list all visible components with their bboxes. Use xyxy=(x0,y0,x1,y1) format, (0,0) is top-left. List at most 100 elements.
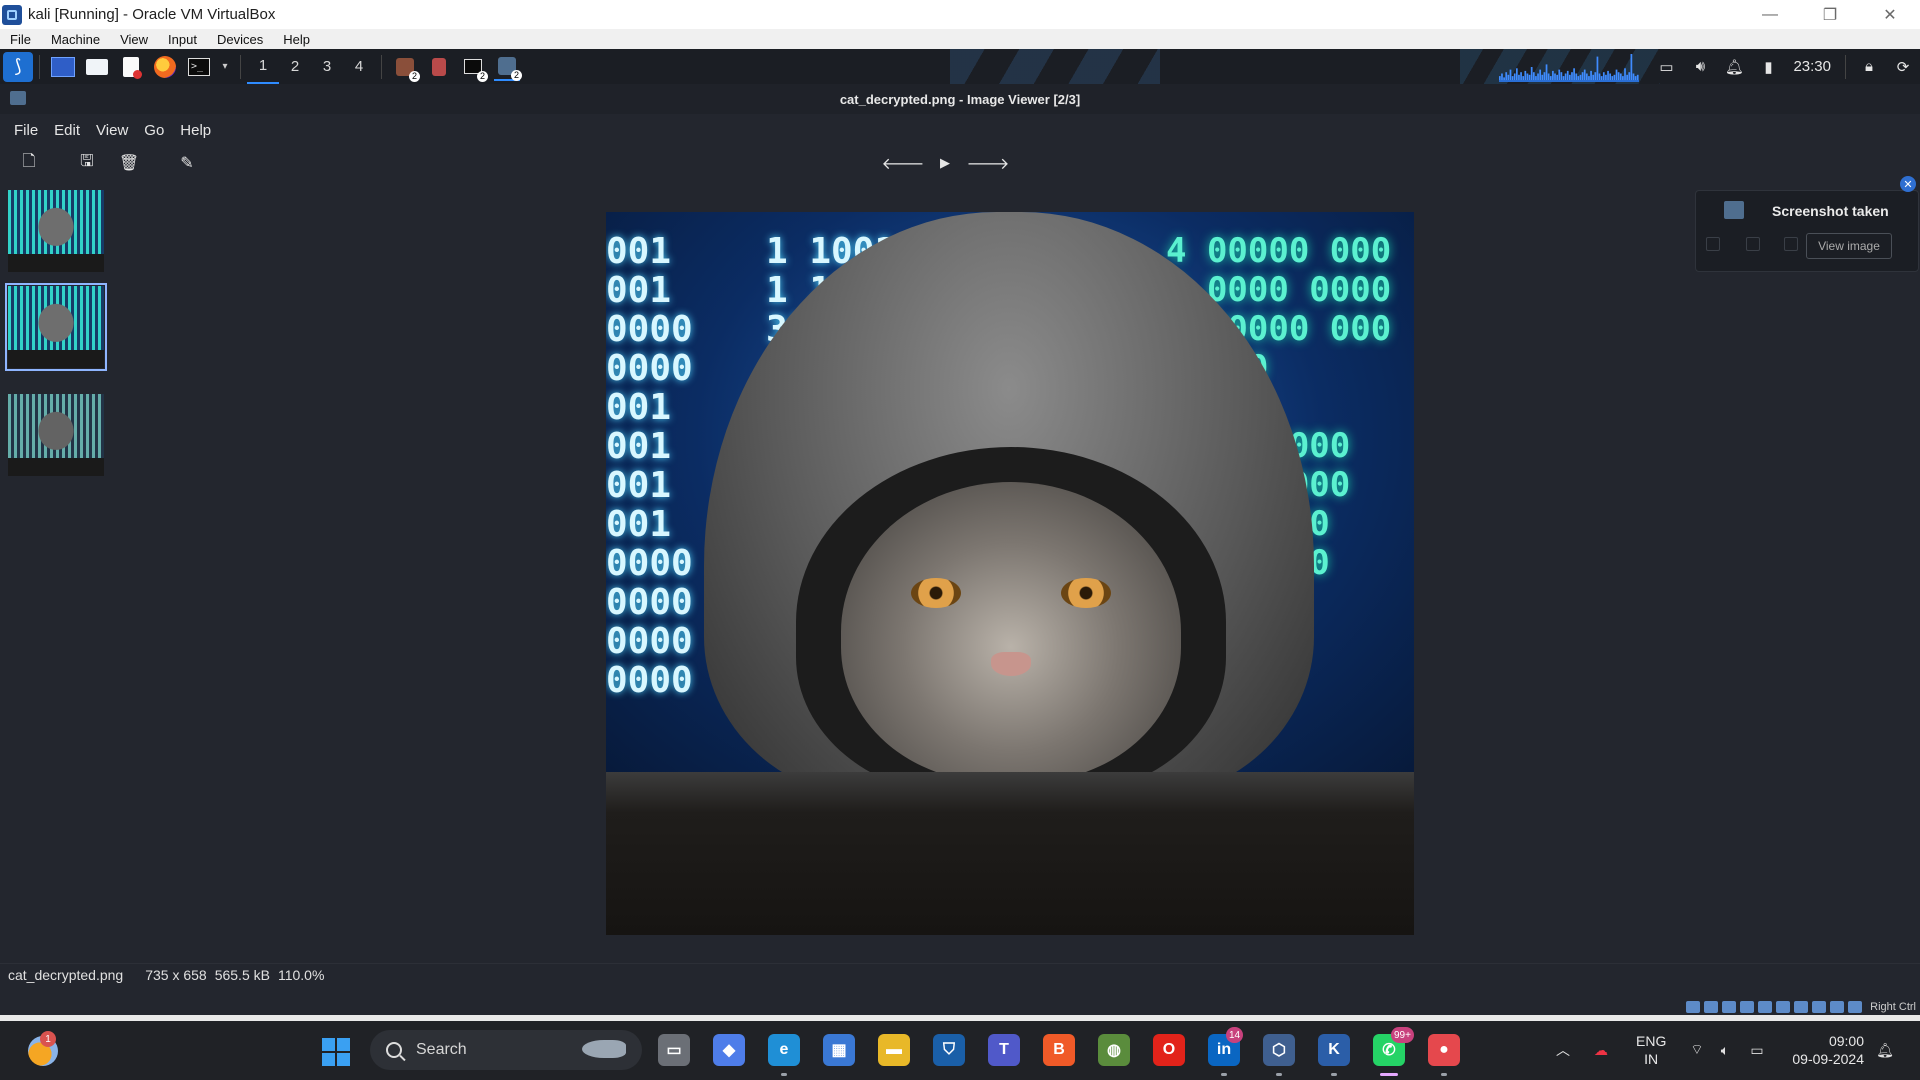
ghost-button-icon xyxy=(1706,237,1720,251)
status-dimensions: 735 x 658 xyxy=(145,967,207,983)
panel-separator xyxy=(381,54,382,79)
vbox-menu-machine[interactable]: Machine xyxy=(41,32,110,47)
hard-disk-icon[interactable] xyxy=(1686,1001,1701,1013)
panel-separator xyxy=(240,54,241,79)
screenshot-notification: Screenshot taken View image xyxy=(1695,190,1919,272)
usb-icon[interactable] xyxy=(1758,1001,1773,1013)
firefox-icon[interactable] xyxy=(152,54,178,80)
host-key-label: Right Ctrl xyxy=(1870,1001,1916,1013)
status-zoom: 110.0% xyxy=(277,967,325,983)
shared-folders-icon[interactable] xyxy=(1776,1001,1791,1013)
windows-taskbar: 1 Search ▭ ◆ e ▦ ▬ ⛉ T B ◍ Oin 14 ⬡ K ✆ 99+ ● ︿ ☁ ENG I… xyxy=(0,1021,1920,1080)
kali-menu-icon[interactable]: ⟆ xyxy=(3,51,33,82)
viewer-menu-help[interactable]: Help xyxy=(172,122,219,139)
thumbnail-image-1[interactable] xyxy=(8,190,104,272)
workspace-4[interactable]: 4 xyxy=(343,49,375,84)
file-manager-icon[interactable] xyxy=(84,54,110,80)
edit-icon[interactable]: ✎ xyxy=(176,152,198,174)
vbox-menu-devices[interactable]: Devices xyxy=(207,32,273,47)
notification-bell-icon[interactable]: 🔔︎ xyxy=(1876,1041,1894,1059)
cat-eye-right xyxy=(1061,578,1111,608)
taskbar-image-viewer-icon[interactable]: 2 xyxy=(494,53,522,81)
panel-clock[interactable]: 23:30 xyxy=(1793,58,1831,75)
system-tray: ︿ ☁ ENG IN ⌔ 🔈︎ ▭ 09:00 09-09-2024 🔔︎ xyxy=(0,1021,1920,1080)
virtualbox-app-icon xyxy=(2,4,22,25)
virtualbox-status-icons: Right Ctrl xyxy=(1686,999,1920,1015)
ghost-button-icon xyxy=(1784,237,1798,251)
display-icon[interactable]: ▭ xyxy=(1656,57,1676,77)
taskbar-clock[interactable]: 09:00 09-09-2024 xyxy=(1784,1032,1864,1068)
battery-icon[interactable]: ▮ xyxy=(1758,57,1778,77)
taskbar-window-group-icon[interactable]: 2 xyxy=(392,54,420,82)
chevron-down-icon[interactable]: ▾ xyxy=(220,54,230,80)
restore-button[interactable]: ❐ xyxy=(1800,0,1860,29)
viewer-menu-go[interactable]: Go xyxy=(136,122,172,139)
window-title: kali [Running] - Oracle VM VirtualBox xyxy=(28,6,276,23)
chevron-up-icon[interactable]: ︿ xyxy=(1554,1041,1572,1059)
text-editor-icon[interactable] xyxy=(118,54,144,80)
viewer-menu-view[interactable]: View xyxy=(88,122,136,139)
view-image-button[interactable]: View image xyxy=(1806,233,1892,259)
vbox-menu-file[interactable]: File xyxy=(0,32,41,47)
panel-separator xyxy=(1845,54,1846,79)
taskbar-window-icon[interactable] xyxy=(426,54,452,80)
notification-close-icon[interactable]: ✕ xyxy=(1900,176,1916,192)
workspace-2[interactable]: 2 xyxy=(279,49,311,84)
save-icon[interactable]: 🖫 xyxy=(76,152,98,174)
next-image-button[interactable]: 🡒 xyxy=(967,152,1010,174)
laptop-desk xyxy=(606,772,1414,935)
language-indicator[interactable]: ENG IN xyxy=(1636,1032,1666,1068)
virtualbox-menubar: File Machine View Input Devices Help xyxy=(0,29,1920,49)
viewer-menu-edit[interactable]: Edit xyxy=(46,122,88,139)
viewer-toolbar: 🗋 🖫 🗑 ✎ 🡐 ▶ 🡒 xyxy=(0,146,1920,180)
vbox-menu-view[interactable]: View xyxy=(110,32,158,47)
workspace-3[interactable]: 3 xyxy=(311,49,343,84)
viewer-menu-file[interactable]: File xyxy=(6,122,46,139)
taskbar-terminal-group-icon[interactable]: 2 xyxy=(460,54,488,82)
close-button[interactable]: ✕ xyxy=(1860,0,1920,29)
volume-icon[interactable]: 🔊︎ xyxy=(1690,57,1710,77)
minimize-button[interactable]: — xyxy=(1740,0,1800,29)
viewer-titlebar: cat_decrypted.png - Image Viewer [2/3] xyxy=(0,84,1920,114)
virtualbox-titlebar: kali [Running] - Oracle VM VirtualBox — … xyxy=(0,0,1920,29)
thumbnail-image-2[interactable] xyxy=(5,283,107,371)
vbox-menu-input[interactable]: Input xyxy=(158,32,207,47)
optical-drive-icon[interactable] xyxy=(1704,1001,1719,1013)
main-image-hooded-cat: 001 001 0000 0000 001 001 001 001 0000 0… xyxy=(606,212,1414,935)
window-count-badge: 2 xyxy=(511,69,522,81)
lock-icon[interactable]: 🔒︎ xyxy=(1859,57,1879,77)
kali-top-panel: ⟆ >_ ▾ 1 2 3 4 2 2 2 ▭ 🔊︎ 🔔︎ ▮ 23:30 🔒︎ … xyxy=(0,49,1920,84)
terminal-icon[interactable]: >_ xyxy=(186,54,212,80)
volume-icon[interactable]: 🔈︎ xyxy=(1716,1041,1734,1059)
show-desktop-icon[interactable] xyxy=(50,54,76,80)
audio-icon[interactable] xyxy=(1722,1001,1737,1013)
slideshow-button[interactable]: ▶ xyxy=(934,152,956,174)
window-count-badge: 2 xyxy=(409,70,420,82)
recording-icon[interactable] xyxy=(1812,1001,1827,1013)
viewer-title: cat_decrypted.png - Image Viewer [2/3] xyxy=(839,92,1081,107)
cpu-graph xyxy=(1499,53,1640,82)
viewer-menubar: File Edit View Go Help xyxy=(0,114,1920,146)
viewer-statusbar: cat_decrypted.png 735 x 658 565.5 kB 110… xyxy=(0,963,1920,986)
status-filename: cat_decrypted.png xyxy=(8,967,124,983)
battery-icon[interactable]: ▭ xyxy=(1748,1041,1766,1059)
image-viewer-window: cat_decrypted.png - Image Viewer [2/3] F… xyxy=(0,84,1920,1015)
vbox-menu-help[interactable]: Help xyxy=(273,32,320,47)
notification-bell-icon[interactable]: 🔔︎ xyxy=(1724,57,1744,77)
cpu-icon[interactable] xyxy=(1830,1001,1845,1013)
cat-eye-left xyxy=(911,578,961,608)
ghost-button-icon xyxy=(1746,237,1760,251)
network-icon[interactable] xyxy=(1740,1001,1755,1013)
onedrive-icon[interactable]: ☁ xyxy=(1592,1041,1610,1059)
logout-icon[interactable]: ⟳ xyxy=(1893,57,1913,77)
panel-separator xyxy=(39,54,40,79)
delete-icon[interactable]: 🗑 xyxy=(118,152,140,174)
previous-image-button[interactable]: 🡐 xyxy=(882,152,925,174)
wifi-icon[interactable]: ⌔ xyxy=(1688,1041,1706,1059)
mouse-integration-icon[interactable] xyxy=(1848,1001,1863,1013)
display-icon[interactable] xyxy=(1794,1001,1809,1013)
workspace-1[interactable]: 1 xyxy=(247,49,279,84)
open-icon[interactable]: 🗋 xyxy=(18,152,40,174)
thumbnail-image-3[interactable] xyxy=(8,394,104,476)
notification-title: Screenshot taken xyxy=(1772,203,1889,219)
